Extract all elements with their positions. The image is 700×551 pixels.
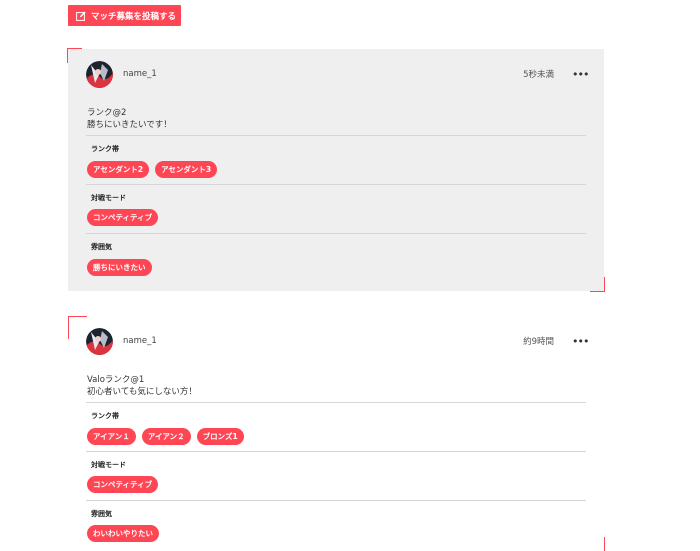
user-avatar[interactable] <box>86 60 113 88</box>
post-body-line: ランク@2 <box>87 108 127 118</box>
divider <box>86 184 586 185</box>
divider <box>86 402 586 403</box>
pencil-square-icon <box>76 11 86 21</box>
tag-chip[interactable]: アイアン１ <box>87 428 136 445</box>
post-body-line: 勝ちにいきたいです！ <box>87 120 172 130</box>
tag-list-rank: アセンダント2 アセンダント3 <box>87 161 218 178</box>
tag-chip[interactable]: コンペティティブ <box>87 476 159 493</box>
post-match-button[interactable]: マッチ募集を投稿する <box>68 5 181 26</box>
card-corner-accent <box>68 316 87 339</box>
card-corner-accent <box>590 277 605 292</box>
divider <box>86 233 586 234</box>
tag-list-mode: コンペティティブ <box>87 476 159 493</box>
tag-list-atmosphere: わいわいやりたい <box>87 525 159 542</box>
divider <box>86 135 586 136</box>
tag-chip[interactable]: わいわいやりたい <box>87 525 159 542</box>
tag-list-rank: アイアン１ アイアン２ ブロンズ1 <box>87 428 244 445</box>
username[interactable]: name_1 <box>123 69 157 79</box>
tag-chip[interactable]: コンペティティブ <box>87 209 159 226</box>
section-label-atmosphere: 雰囲気 <box>91 243 112 251</box>
post-body: Valoランク@1 初心者いても気にしない方！ <box>87 374 197 398</box>
tag-list-mode: コンペティティブ <box>87 209 159 226</box>
post-body-line: Valoランク@1 <box>87 375 145 385</box>
post-time: 5秒未満 <box>523 70 554 80</box>
card-corner-accent <box>67 48 82 63</box>
tag-chip[interactable]: 勝ちにいきたい <box>87 259 152 276</box>
more-horizontal-icon[interactable]: ••• <box>572 335 589 348</box>
post-time: 約9時間 <box>523 337 554 347</box>
username[interactable]: name_1 <box>123 336 157 346</box>
divider <box>86 451 586 452</box>
section-label-mode: 対戦モード <box>91 194 126 202</box>
tag-chip[interactable]: アセンダント2 <box>87 161 150 178</box>
post-body-line: 初心者いても気にしない方！ <box>87 387 197 397</box>
section-label-mode: 対戦モード <box>91 461 126 469</box>
tag-chip[interactable]: アセンダント3 <box>155 161 218 178</box>
post-header: name_1 5秒未満 ••• <box>86 60 589 88</box>
post-header: name_1 約9時間 ••• <box>86 327 589 355</box>
divider <box>86 500 586 501</box>
post-button-label: マッチ募集を投稿する <box>91 11 177 22</box>
section-label-rank: ランク帯 <box>91 412 119 420</box>
tag-list-atmosphere: 勝ちにいきたい <box>87 259 152 276</box>
match-post-card: name_1 約9時間 ••• Valoランク@1 初心者いても気にしない方！ … <box>68 316 605 551</box>
post-body: ランク@2 勝ちにいきたいです！ <box>87 107 172 131</box>
tag-chip[interactable]: ブロンズ1 <box>196 428 244 445</box>
tag-chip[interactable]: アイアン２ <box>141 428 191 445</box>
match-post-card: name_1 5秒未満 ••• ランク@2 勝ちにいきたいです！ ランク帯 アセ… <box>67 48 605 292</box>
user-avatar[interactable] <box>86 327 113 355</box>
section-label-rank: ランク帯 <box>91 145 119 153</box>
more-horizontal-icon[interactable]: ••• <box>572 68 589 81</box>
section-label-atmosphere: 雰囲気 <box>91 510 112 518</box>
